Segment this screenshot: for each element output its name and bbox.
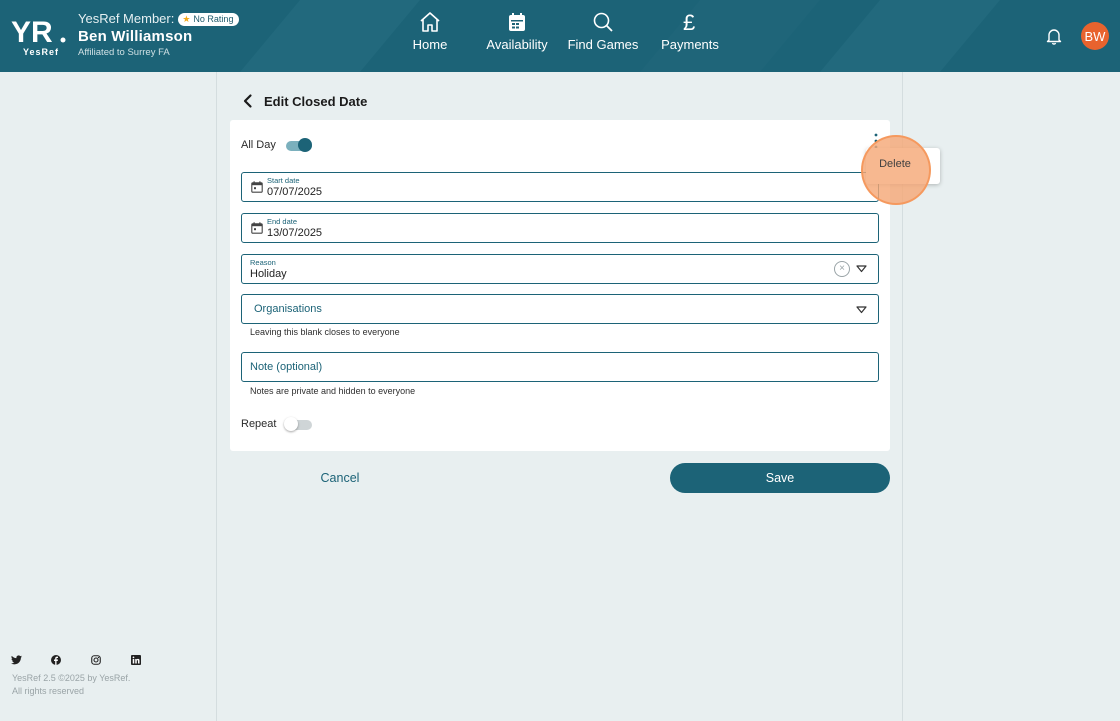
bell-icon[interactable] bbox=[1044, 26, 1064, 46]
nav-home[interactable]: Home bbox=[405, 10, 455, 60]
repeat-label: Repeat bbox=[241, 418, 277, 430]
nav-find-games-label: Find Games bbox=[567, 37, 639, 52]
search-icon bbox=[593, 12, 613, 32]
calendar-icon bbox=[509, 13, 525, 31]
svg-text:£: £ bbox=[683, 10, 695, 34]
nav-availability[interactable]: Availability bbox=[480, 10, 554, 60]
clear-icon[interactable]: × bbox=[834, 261, 850, 277]
organisations-helper: Leaving this blank closes to everyone bbox=[250, 327, 400, 337]
star-icon: ★ bbox=[182, 14, 191, 24]
all-day-label: All Day bbox=[241, 139, 276, 151]
pound-icon: £ bbox=[683, 10, 695, 34]
linkedin-icon[interactable] bbox=[131, 652, 171, 666]
svg-text:YR: YR bbox=[11, 16, 53, 49]
yesref-logo: YR YesRef bbox=[11, 16, 66, 57]
toggle-knob bbox=[284, 417, 298, 431]
member-info: YesRef Member: ★ No Rating Ben Williamson… bbox=[78, 11, 240, 58]
svg-text:YesRef: YesRef bbox=[23, 47, 59, 57]
avatar[interactable]: BW bbox=[1081, 22, 1109, 50]
note-helper: Notes are private and hidden to everyone bbox=[250, 386, 416, 396]
twitter-icon[interactable] bbox=[11, 652, 51, 666]
toggle-knob bbox=[298, 138, 312, 152]
social-links bbox=[11, 652, 171, 666]
cancel-button[interactable]: Cancel bbox=[300, 463, 380, 493]
page-title: Edit Closed Date bbox=[264, 93, 368, 109]
end-date-value: 13/07/2025 bbox=[267, 227, 323, 239]
organisations-placeholder: Organisations bbox=[254, 303, 322, 315]
start-date-field[interactable]: Start date 07/07/2025 bbox=[241, 172, 879, 202]
nav-payments-label: Payments bbox=[661, 37, 719, 52]
form-card bbox=[230, 120, 890, 451]
page-header: Edit Closed Date bbox=[240, 93, 367, 109]
member-label: YesRef Member: bbox=[78, 11, 175, 26]
menu-item-delete[interactable]: Delete bbox=[866, 158, 924, 170]
home-icon bbox=[420, 12, 440, 32]
footer: YesRef 2.5 ©2025 by YesRef. All rights r… bbox=[12, 672, 130, 698]
reason-label: Reason bbox=[250, 258, 276, 267]
start-date-label: Start date bbox=[267, 176, 300, 185]
calendar-icon bbox=[251, 222, 263, 234]
facebook-icon[interactable] bbox=[51, 652, 91, 666]
chevron-down-icon[interactable] bbox=[856, 306, 867, 314]
nav-availability-label: Availability bbox=[486, 37, 548, 52]
rating-badge-label: No Rating bbox=[193, 14, 234, 24]
top-header: YR YesRef YesRef Member: ★ No Rating Ben … bbox=[0, 0, 1120, 72]
end-date-field[interactable]: End date 13/07/2025 bbox=[241, 213, 879, 243]
end-date-label: End date bbox=[267, 217, 298, 226]
note-input[interactable]: Note (optional) bbox=[241, 352, 879, 382]
left-sidebar bbox=[0, 72, 217, 721]
nav-find-games[interactable]: Find Games bbox=[563, 10, 643, 60]
back-arrow-icon[interactable] bbox=[240, 93, 256, 109]
note-placeholder: Note (optional) bbox=[250, 361, 323, 373]
footer-version: YesRef 2.5 ©2025 by YesRef. bbox=[12, 673, 131, 683]
organisations-select[interactable]: Organisations bbox=[241, 294, 879, 324]
nav-home-label: Home bbox=[412, 37, 448, 52]
footer-rights: All rights reserved bbox=[12, 686, 85, 696]
reason-value: Holiday bbox=[250, 268, 287, 280]
affiliation: Affiliated to Surrey FA bbox=[78, 47, 170, 58]
nav-payments[interactable]: £ Payments bbox=[655, 10, 725, 60]
calendar-icon bbox=[251, 181, 263, 193]
click-highlight bbox=[861, 135, 931, 205]
all-day-toggle[interactable] bbox=[286, 138, 312, 152]
chevron-down-icon[interactable] bbox=[856, 265, 867, 273]
repeat-toggle[interactable] bbox=[284, 417, 312, 431]
rating-badge: ★ No Rating bbox=[178, 12, 240, 26]
user-name: Ben Williamson bbox=[78, 28, 193, 45]
reason-select[interactable]: Reason Holiday × bbox=[241, 254, 879, 284]
save-button[interactable]: Save bbox=[670, 463, 890, 493]
instagram-icon[interactable] bbox=[91, 652, 131, 666]
start-date-value: 07/07/2025 bbox=[267, 186, 323, 198]
